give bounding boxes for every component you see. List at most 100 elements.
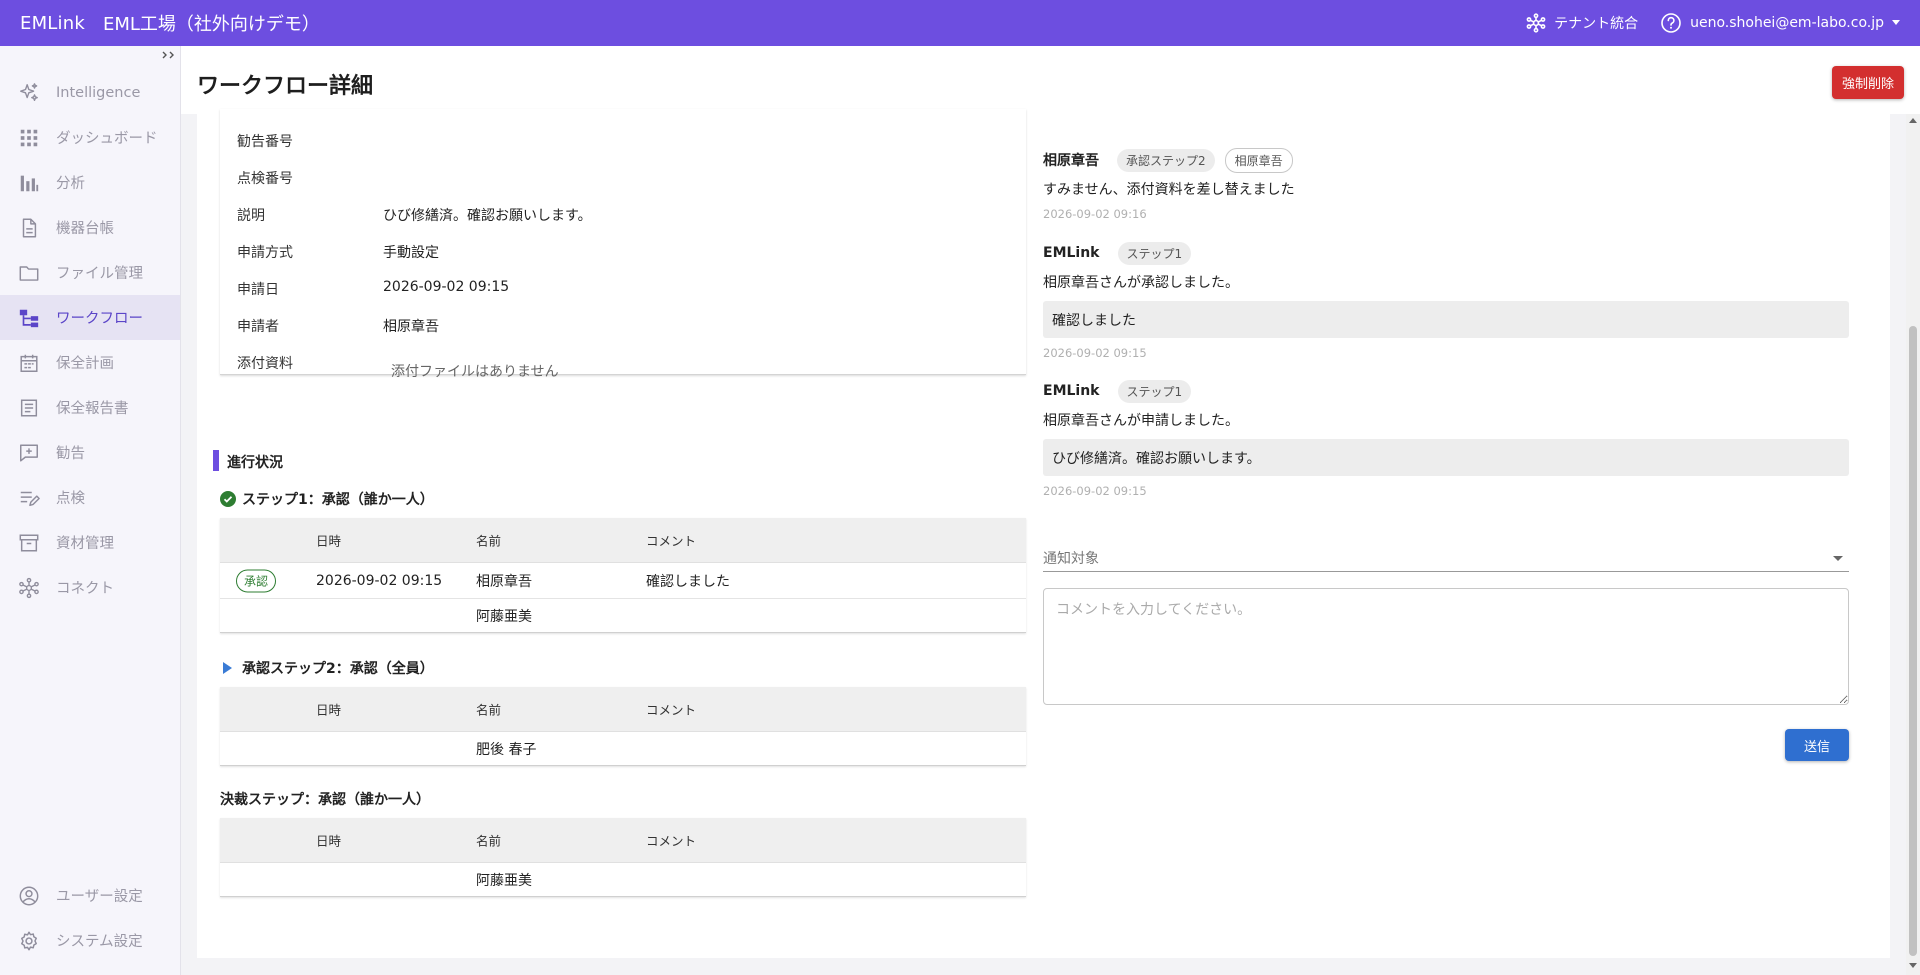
checklist-icon xyxy=(20,491,40,506)
expand-arrow-icon xyxy=(223,662,232,674)
column-comment: コメント xyxy=(646,533,697,549)
workflow-icon xyxy=(19,309,39,327)
final-step-table: 日時 名前 コメント 阿藤亜美 xyxy=(220,818,1026,897)
column-name: 名前 xyxy=(476,533,502,549)
org-name[interactable]: EML工場（社外向けデモ） xyxy=(103,10,320,36)
table-row: 承認 2026-09-02 09:15 相原章吾 確認しました xyxy=(220,563,1026,599)
sidebar-item-intelligence[interactable]: Intelligence xyxy=(0,70,180,115)
comment-time: 2026-09-02 09:15 xyxy=(1043,484,1147,498)
comment-tag: 相原章吾 xyxy=(1224,147,1293,173)
archive-icon xyxy=(19,533,39,552)
table-header: 日時 名前 コメント xyxy=(220,518,1026,563)
scroll-down-arrow-icon[interactable] xyxy=(1909,963,1917,968)
table-row: 阿藤亜美 xyxy=(220,599,1026,632)
caret-down-icon xyxy=(1892,20,1900,25)
sidebar-item-label: ワークフロー xyxy=(56,311,143,327)
row-name: 肥後 春子 xyxy=(476,741,537,758)
progress-section-title: 進行状況 xyxy=(213,450,283,472)
sidebar-item-recommendation[interactable]: 勧告 xyxy=(0,430,180,475)
notify-target-select[interactable]: 通知対象 xyxy=(1043,542,1849,572)
step-title: ステップ1：承認（誰か一人） xyxy=(242,492,434,508)
sidebar-item-equipment-ledger[interactable]: 機器台帳 xyxy=(0,205,180,250)
info-label: 点検番号 xyxy=(237,171,293,187)
help-icon xyxy=(1661,13,1681,33)
sidebar-item-maintenance-report[interactable]: 保全報告書 xyxy=(0,385,180,430)
sidebar-item-system-settings[interactable]: システム設定 xyxy=(0,918,180,963)
column-comment: コメント xyxy=(646,833,697,849)
sidebar-item-label: 保全報告書 xyxy=(56,401,129,417)
force-delete-button[interactable]: 強制削除 xyxy=(1831,66,1904,99)
sidebar-item-maintenance-plan[interactable]: 保全計画 xyxy=(0,340,180,385)
check-circle-icon xyxy=(220,491,236,507)
sidebar-item-materials[interactable]: 資材管理 xyxy=(0,520,180,565)
sidebar-item-label: ダッシュボード xyxy=(56,131,158,147)
page-title: ワークフロー詳細 xyxy=(197,74,374,99)
sidebar-collapse-button[interactable] xyxy=(162,50,176,63)
info-value: 手動設定 xyxy=(383,245,439,261)
info-label: 添付資料 xyxy=(237,356,293,372)
add-comment-icon xyxy=(20,443,38,462)
comment-author: EMLink xyxy=(1043,383,1100,399)
step1-header: ステップ1：承認（誰か一人） xyxy=(220,489,434,509)
comment-quote: ひび修繕済。確認お願いします。 xyxy=(1043,439,1849,476)
tenant-integration-button[interactable]: テナント統合 xyxy=(1526,13,1638,33)
sidebar-item-dashboard[interactable]: ダッシュボード xyxy=(0,115,180,160)
table-header: 日時 名前 コメント xyxy=(220,818,1026,863)
info-label: 申請者 xyxy=(237,319,279,335)
column-date: 日時 xyxy=(316,533,342,549)
main-area: ワークフロー詳細 強制削除 勧告番号 点検番号 説明 ひび修繕済。確認お願いしま… xyxy=(181,46,1920,975)
hub-icon xyxy=(19,577,39,598)
sidebar-item-label: 点検 xyxy=(56,491,85,507)
column-date: 日時 xyxy=(316,833,342,849)
sidebar-item-file-management[interactable]: ファイル管理 xyxy=(0,250,180,295)
comment-item: 相原章吾 承認ステップ2 相原章吾 すみません、添付資料を差し替えました 202… xyxy=(1043,147,1849,221)
step-title: 承認ステップ2：承認（全員） xyxy=(242,661,434,677)
sidebar-bottom-nav: ユーザー設定 システム設定 xyxy=(0,873,180,963)
workflow-detail-panel: 勧告番号 点検番号 説明 ひび修繕済。確認お願いします。 申請方式 手動設定 申… xyxy=(197,109,1890,958)
sidebar-item-connect[interactable]: コネクト xyxy=(0,565,180,610)
table-row: 肥後 春子 xyxy=(220,732,1026,765)
step1-table: 日時 名前 コメント 承認 2026-09-02 09:15 相原章吾 確認しま… xyxy=(220,518,1026,633)
comment-text: すみません、添付資料を差し替えました xyxy=(1043,182,1295,198)
step2-table: 日時 名前 コメント 肥後 春子 xyxy=(220,687,1026,766)
info-value: 2026-09-02 09:15 xyxy=(383,279,510,295)
scrollbar-thumb[interactable] xyxy=(1909,326,1917,956)
send-button[interactable]: 送信 xyxy=(1785,729,1849,761)
comment-time: 2026-09-02 09:15 xyxy=(1043,346,1147,360)
no-attachments-text: 添付ファイルはありません xyxy=(391,364,559,380)
row-date: 2026-09-02 09:15 xyxy=(316,572,443,589)
comment-input[interactable] xyxy=(1043,588,1849,705)
comment-quote: 確認しました xyxy=(1043,301,1849,338)
grid-icon xyxy=(20,129,38,146)
row-name: 阿藤亜美 xyxy=(476,872,532,889)
sidebar-item-user-settings[interactable]: ユーザー設定 xyxy=(0,873,180,918)
row-comment: 確認しました xyxy=(646,573,730,590)
comment-tag: 承認ステップ2 xyxy=(1117,148,1215,172)
sidebar-item-label: 勧告 xyxy=(56,446,85,462)
user-menu[interactable]: ueno.shohei@em-labo.co.jp xyxy=(1660,12,1900,34)
gear-icon xyxy=(21,931,37,950)
bar-chart-icon xyxy=(20,175,39,191)
info-label: 申請方式 xyxy=(237,245,293,261)
scroll-up-arrow-icon[interactable] xyxy=(1909,118,1917,123)
step2-header[interactable]: 承認ステップ2：承認（全員） xyxy=(220,658,434,678)
final-step-header: 決裁ステップ：承認（誰か一人） xyxy=(220,789,430,809)
column-name: 名前 xyxy=(476,833,502,849)
column-comment: コメント xyxy=(646,702,697,718)
table-row: 阿藤亜美 xyxy=(220,863,1026,896)
sidebar-item-label: 分析 xyxy=(56,176,85,192)
info-label: 説明 xyxy=(237,208,265,224)
sidebar-item-label: Intelligence xyxy=(56,84,141,101)
tenant-integration-label: テナント統合 xyxy=(1554,16,1639,32)
comment-text: 相原章吾さんが承認しました。 xyxy=(1043,275,1239,291)
sidebar-item-inspection[interactable]: 点検 xyxy=(0,475,180,520)
sidebar-item-label: システム設定 xyxy=(56,934,143,950)
sidebar-item-workflow[interactable]: ワークフロー xyxy=(0,295,180,340)
brand-logo[interactable]: EMLink xyxy=(20,13,85,34)
sidebar-item-label: 資材管理 xyxy=(56,536,114,552)
sidebar-item-analysis[interactable]: 分析 xyxy=(0,160,180,205)
collapse-icon xyxy=(162,51,174,59)
dropdown-arrow-icon xyxy=(1833,556,1843,561)
sidebar-item-label: コネクト xyxy=(56,581,114,597)
info-value: 相原章吾 xyxy=(383,319,439,335)
